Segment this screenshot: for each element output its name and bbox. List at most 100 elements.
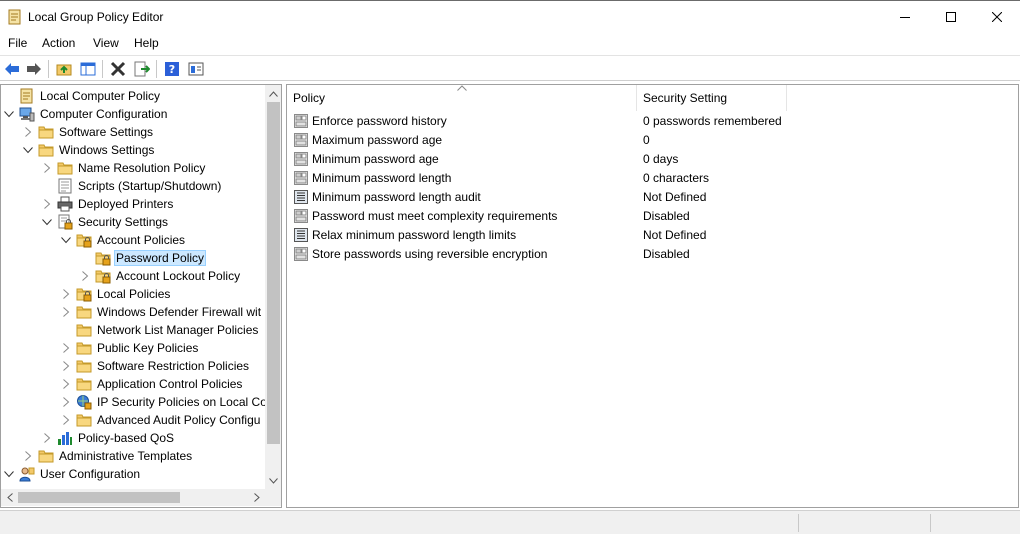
back-arrow-icon <box>5 63 19 75</box>
tree-item[interactable]: Software Restriction Policies <box>60 357 251 375</box>
minimize-button[interactable] <box>882 1 928 32</box>
delete-button[interactable] <box>108 59 128 79</box>
security-setting-value: 0 days <box>643 151 679 166</box>
show-hide-tree-button[interactable] <box>78 59 98 79</box>
tree-expander[interactable] <box>60 357 72 375</box>
tree-item-label: Software Settings <box>59 125 154 139</box>
chevron-right-icon <box>43 163 50 173</box>
minimize-icon <box>900 16 910 18</box>
tree-expander[interactable] <box>3 105 15 123</box>
tree-item[interactable]: Deployed Printers <box>41 195 175 213</box>
tree-item[interactable]: Advanced Audit Policy Configu <box>60 411 262 429</box>
tree-item[interactable]: Computer Configuration <box>3 105 169 123</box>
tree-expander <box>41 177 53 195</box>
tree-item-label: Deployed Printers <box>78 197 174 211</box>
security-settings-icon <box>57 214 73 230</box>
tree-item-label: Security Settings <box>78 215 169 229</box>
export-list-button[interactable] <box>132 59 152 79</box>
column-header-policy[interactable]: Policy <box>287 85 637 111</box>
policy-setting-icon <box>293 170 309 186</box>
back-button[interactable] <box>2 59 22 79</box>
tree-expander[interactable] <box>60 411 72 429</box>
chevron-down-icon <box>4 470 14 477</box>
tree-expander[interactable] <box>60 285 72 303</box>
tree-item[interactable]: Scripts (Startup/Shutdown) <box>41 177 223 195</box>
tree-item[interactable]: Local Computer Policy <box>3 87 162 105</box>
tree-expander[interactable] <box>60 375 72 393</box>
tree-vertical-scrollbar[interactable] <box>265 85 281 489</box>
tree-item[interactable]: Account Lockout Policy <box>79 267 242 285</box>
column-header-label: Security Setting <box>643 91 728 105</box>
tree-expander[interactable] <box>22 123 34 141</box>
menu-file[interactable]: File <box>8 36 27 50</box>
folder-icon <box>38 142 54 158</box>
tree-expander[interactable] <box>60 231 72 249</box>
up-one-level-button[interactable] <box>54 59 74 79</box>
policy-row[interactable]: Minimum password length 0 characters <box>287 168 1018 187</box>
tree-item-label: Windows Defender Firewall wit <box>97 305 262 319</box>
tree-expander[interactable] <box>41 195 53 213</box>
policy-setting-icon <box>293 113 309 129</box>
tree-expander[interactable] <box>41 159 53 177</box>
policy-row[interactable]: Minimum password age 0 days <box>287 149 1018 168</box>
tree-expander[interactable] <box>60 393 72 411</box>
tree-item[interactable]: Windows Defender Firewall wit <box>60 303 263 321</box>
chevron-right-icon <box>24 127 31 137</box>
policy-row[interactable]: Relax minimum password length limits Not … <box>287 225 1018 244</box>
tree-item[interactable]: Security Settings <box>41 213 170 231</box>
menu-bar: File Action View Help <box>0 32 1020 54</box>
tree-item[interactable]: Password Policy <box>79 249 207 267</box>
policy-list-pane: Policy Security Setting Enforce password… <box>286 84 1019 508</box>
tree-item-label: Name Resolution Policy <box>78 161 206 175</box>
tree-item[interactable]: Policy-based QoS <box>41 429 176 447</box>
menu-action[interactable]: Action <box>42 36 75 50</box>
chevron-right-icon <box>81 271 88 281</box>
tree-item[interactable]: User Configuration <box>3 465 142 483</box>
help-button[interactable]: ? <box>162 59 182 79</box>
scroll-up-arrow[interactable] <box>265 85 281 102</box>
column-header-label: Policy <box>293 91 326 105</box>
column-header-security-setting[interactable]: Security Setting <box>637 85 787 111</box>
scroll-right-arrow[interactable] <box>248 489 265 506</box>
tree-expander[interactable] <box>60 339 72 357</box>
tree-expander[interactable] <box>22 141 34 159</box>
properties-button[interactable] <box>186 59 206 79</box>
tree-expander[interactable] <box>41 429 53 447</box>
policy-row[interactable]: Maximum password age 0 <box>287 130 1018 149</box>
tree-item[interactable]: Windows Settings <box>22 141 156 159</box>
tree-horizontal-scrollbar[interactable] <box>1 489 265 506</box>
tree-item[interactable]: Public Key Policies <box>60 339 200 357</box>
toolbar-separator <box>156 60 157 78</box>
tree-item[interactable]: Network List Manager Policies <box>60 321 260 339</box>
policy-name-cell: Minimum password length <box>293 170 451 186</box>
tree-item[interactable]: IP Security Policies on Local Co <box>60 393 265 411</box>
policy-row[interactable]: Minimum password length audit Not Defined <box>287 187 1018 206</box>
tree-expander[interactable] <box>41 213 53 231</box>
policy-setting-icon <box>293 132 309 148</box>
menu-help[interactable]: Help <box>134 36 159 50</box>
forward-button[interactable] <box>24 59 44 79</box>
menu-view[interactable]: View <box>93 36 119 50</box>
scroll-down-arrow[interactable] <box>265 472 281 489</box>
maximize-button[interactable] <box>928 1 974 32</box>
printer-icon <box>57 196 73 212</box>
close-button[interactable] <box>974 1 1020 32</box>
scroll-left-arrow[interactable] <box>1 489 18 506</box>
tree-item[interactable]: Administrative Templates <box>22 447 194 465</box>
close-icon <box>992 11 1002 22</box>
tree-item[interactable]: Account Policies <box>60 231 187 249</box>
tree-expander[interactable] <box>79 267 91 285</box>
policy-name: Relax minimum password length limits <box>312 227 517 242</box>
horizontal-scroll-thumb[interactable] <box>18 492 180 503</box>
vertical-scroll-thumb[interactable] <box>267 102 280 444</box>
policy-row[interactable]: Store passwords using reversible encrypt… <box>287 244 1018 263</box>
tree-expander[interactable] <box>3 465 15 483</box>
tree-item[interactable]: Application Control Policies <box>60 375 244 393</box>
tree-item[interactable]: Software Settings <box>22 123 155 141</box>
policy-row[interactable]: Password must meet complexity requiremen… <box>287 206 1018 225</box>
tree-item[interactable]: Local Policies <box>60 285 172 303</box>
tree-expander[interactable] <box>60 303 72 321</box>
policy-row[interactable]: Enforce password history 0 passwords reme… <box>287 111 1018 130</box>
tree-item[interactable]: Name Resolution Policy <box>41 159 207 177</box>
tree-expander[interactable] <box>22 447 34 465</box>
